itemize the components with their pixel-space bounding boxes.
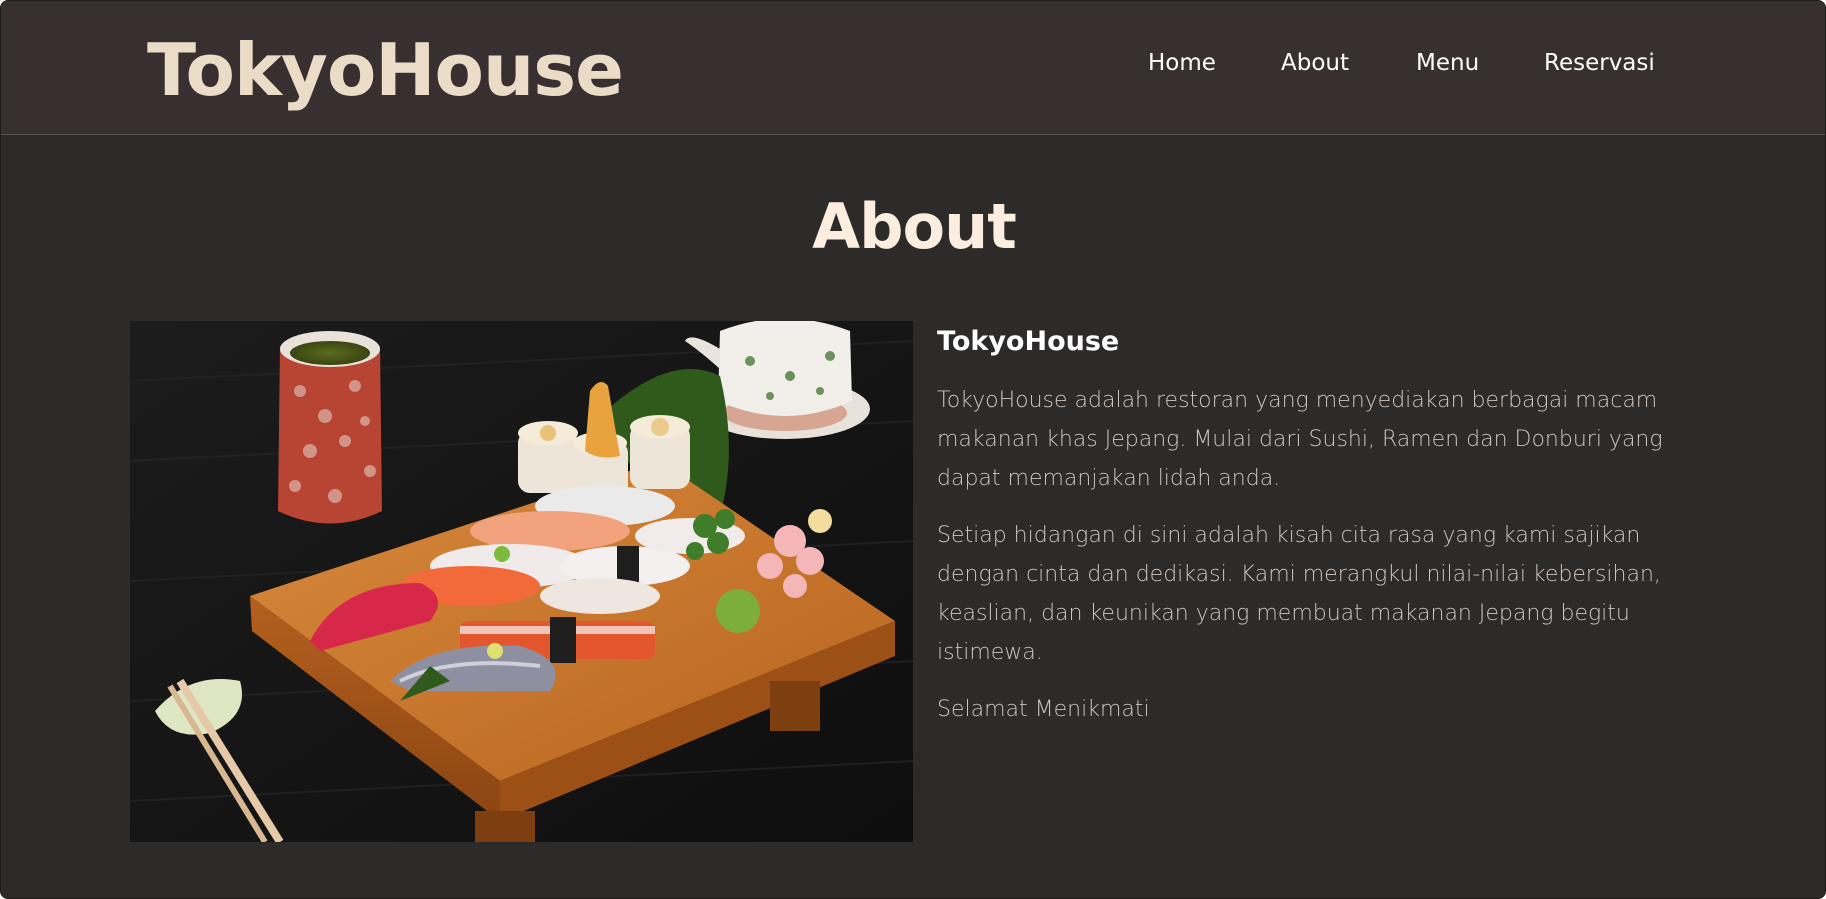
about-subtitle: TokyoHouse: [937, 326, 1120, 357]
about-paragraph-2: Setiap hidangan di sini adalah kisah cit…: [937, 523, 1661, 665]
nav-link-home[interactable]: Home: [1148, 43, 1216, 83]
about-paragraph-3: Selamat Menikmati: [937, 697, 1150, 722]
sushi-photo: [130, 321, 913, 842]
browser-viewport: TokyoHouse Home About Menu Reservasi Abo…: [0, 0, 1826, 899]
about-paragraph-1: TokyoHouse adalah restoran yang menyedia…: [937, 388, 1663, 491]
nav-link-reservasi[interactable]: Reservasi: [1544, 43, 1655, 83]
about-text: TokyoHouse TokyoHouse adalah restoran ya…: [937, 321, 1697, 747]
nav-link-about[interactable]: About: [1281, 43, 1349, 83]
nav-menu: Home About Menu Reservasi: [1101, 43, 1661, 83]
navbar: TokyoHouse Home About Menu Reservasi: [1, 1, 1825, 135]
brand-logo[interactable]: TokyoHouse: [147, 21, 624, 119]
nav-link-menu[interactable]: Menu: [1416, 43, 1479, 83]
section-title: About: [812, 190, 1017, 263]
